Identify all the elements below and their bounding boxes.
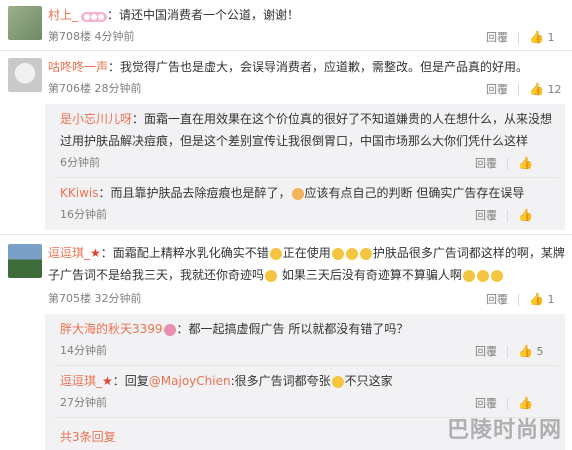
- floor-number: 第708楼: [48, 30, 91, 43]
- timestamp: 4分钟前: [94, 30, 135, 43]
- comment-text: ：我觉得广告也是虚大，会误导消费者，应道歉，需整改。但是产品真的好用。: [108, 60, 529, 74]
- username-link[interactable]: KKiwis: [60, 186, 98, 200]
- divider: [53, 365, 559, 366]
- comment-meta: 第708楼 4分钟前: [48, 28, 135, 46]
- reply-actions: 回覆 👍: [475, 206, 533, 225]
- mention-link[interactable]: @MajoyChien: [149, 374, 231, 388]
- like-icon[interactable]: 👍: [529, 82, 544, 96]
- emoji-icon: [359, 247, 372, 260]
- donut-emoji-icon: [163, 323, 176, 336]
- watermark: 巴陵时尚网: [446, 418, 562, 443]
- username-link[interactable]: 咕咚咚一声: [48, 60, 108, 74]
- timestamp: 28分钟前: [94, 82, 142, 95]
- reply-actions: 回覆 👍: [475, 394, 533, 413]
- emoji-icon: [331, 247, 344, 260]
- emoji-icon: [345, 247, 358, 260]
- emoji-icon: [331, 375, 344, 388]
- comment-body: 村上_ ：请还中国消费者一个公道，谢谢！: [48, 6, 299, 24]
- timestamp: 16分钟前: [60, 208, 107, 221]
- divider: [0, 234, 572, 235]
- reply-text: :很多广告词都夸张: [230, 374, 331, 388]
- reply-body: 胖大海的秋天3399 ：都一起搞虚假广告 所以就都没有错了吗？: [60, 320, 408, 338]
- member-badge-icon: [81, 10, 108, 22]
- reply-button[interactable]: 回覆: [486, 293, 508, 306]
- avatar[interactable]: [8, 244, 42, 278]
- emoji-icon: [291, 187, 304, 200]
- like-icon[interactable]: 👍: [529, 292, 544, 306]
- comment-actions: 回覆 👍 12: [486, 80, 561, 99]
- like-icon[interactable]: 👍: [518, 208, 533, 222]
- reply-text: ：都一起搞虚假广告 所以就都没有错了吗？: [176, 322, 409, 336]
- comment-text: 正在使用: [282, 246, 331, 260]
- comment-actions: 回覆 👍 1: [486, 290, 554, 309]
- username-link[interactable]: 逗逗琪_: [48, 246, 90, 260]
- like-icon[interactable]: 👍: [518, 156, 533, 170]
- emoji-icon: [269, 247, 282, 260]
- reply-body: 是小忘川儿呀：面霜一直在用效果在这个价位真的很好了不知道嫌贵的人在想什么，从来没…: [60, 110, 552, 128]
- timestamp: 14分钟前: [60, 344, 107, 357]
- comment-text: ：面霜配上精粹水乳化确实不错: [100, 246, 269, 260]
- emoji-icon: [265, 269, 278, 282]
- comment-actions: 回覆 👍 1: [486, 28, 554, 47]
- reply-button[interactable]: 回覆: [475, 345, 497, 358]
- like-count: 1: [547, 31, 555, 44]
- comment-body: 子广告词不是给我三天，我就还你奇迹吗 如果三天后没有奇迹算不算骗人啊: [48, 266, 504, 284]
- reply-button[interactable]: 回覆: [475, 157, 497, 170]
- reply-body: 逗逗琪_★：回复@MajoyChien:很多广告词都夸张 不只这家: [60, 372, 393, 390]
- reply-text: 应该有点自己的判断 但确实广告存在误导: [304, 186, 525, 200]
- username-link[interactable]: 胖大海的秋天3399: [60, 322, 163, 336]
- reply-button[interactable]: 回覆: [475, 209, 497, 222]
- floor-number: 第706楼: [48, 82, 91, 95]
- reply-text: 不只这家: [344, 374, 393, 388]
- divider: [0, 50, 572, 51]
- like-icon[interactable]: 👍: [529, 30, 544, 44]
- divider: [53, 177, 559, 178]
- floor-number: 第705楼: [48, 292, 91, 305]
- timestamp: 6分钟前: [60, 156, 100, 169]
- reply-text: 过用护肤品解决痘痕，但是这个差别宣传让我很倒胃口，中国市场那么大你们凭什么这样: [60, 134, 529, 148]
- reply-actions: 回覆 👍 5: [475, 342, 543, 361]
- comment-meta: 第705楼 32分钟前: [48, 290, 142, 308]
- timestamp: 32分钟前: [94, 292, 142, 305]
- comment-body: 咕咚咚一声：我觉得广告也是虚大，会误导消费者，应道歉，需整改。但是产品真的好用。: [48, 58, 528, 76]
- reply-text: ：而且靠护肤品去除痘痕也是醉了，: [98, 186, 291, 200]
- reply-text: ：面霜一直在用效果在这个价位真的很好了不知道嫌贵的人在想什么，从来没想: [132, 112, 553, 126]
- star-badge-icon: ★: [102, 374, 113, 388]
- like-count: 1: [547, 293, 555, 306]
- reply-actions: 回覆 👍: [475, 154, 533, 173]
- reply-button[interactable]: 回覆: [475, 397, 497, 410]
- like-icon[interactable]: 👍: [518, 396, 533, 410]
- avatar[interactable]: [8, 6, 42, 40]
- emoji-icon: [490, 269, 503, 282]
- timestamp: 27分钟前: [60, 396, 107, 409]
- more-replies-link[interactable]: 共3条回复: [60, 428, 116, 445]
- username-link[interactable]: 村上_: [48, 8, 78, 22]
- like-count: 5: [536, 345, 544, 358]
- reply-body: KKiwis：而且靠护肤品去除痘痕也是醉了， 应该有点自己的判断 但确实广告存在误…: [60, 184, 524, 202]
- like-icon[interactable]: 👍: [518, 344, 533, 358]
- comment-body: 逗逗琪_★：面霜配上精粹水乳化确实不错 正在使用 护肤品很多广告词都这样的啊，某牌: [48, 244, 565, 262]
- emoji-icon: [462, 269, 475, 282]
- avatar[interactable]: [8, 58, 42, 92]
- comment-text: ：请还中国消费者一个公道，谢谢！: [107, 8, 300, 22]
- comment-text: 护肤品很多广告词都这样的啊，某牌: [372, 246, 565, 260]
- comment-meta: 第706楼 28分钟前: [48, 80, 142, 98]
- reply-text: ：回复: [112, 374, 149, 388]
- username-link[interactable]: 逗逗琪_: [60, 374, 102, 388]
- comment-text: 如果三天后没有奇迹算不算骗人啊: [278, 268, 462, 282]
- username-link[interactable]: 是小忘川儿呀: [60, 112, 132, 126]
- comment-text: 子广告词不是给我三天，我就还你奇迹吗: [48, 268, 265, 282]
- reply-button[interactable]: 回覆: [486, 31, 508, 44]
- like-count: 12: [547, 83, 562, 96]
- star-badge-icon: ★: [90, 246, 101, 260]
- reply-button[interactable]: 回覆: [486, 83, 508, 96]
- emoji-icon: [476, 269, 489, 282]
